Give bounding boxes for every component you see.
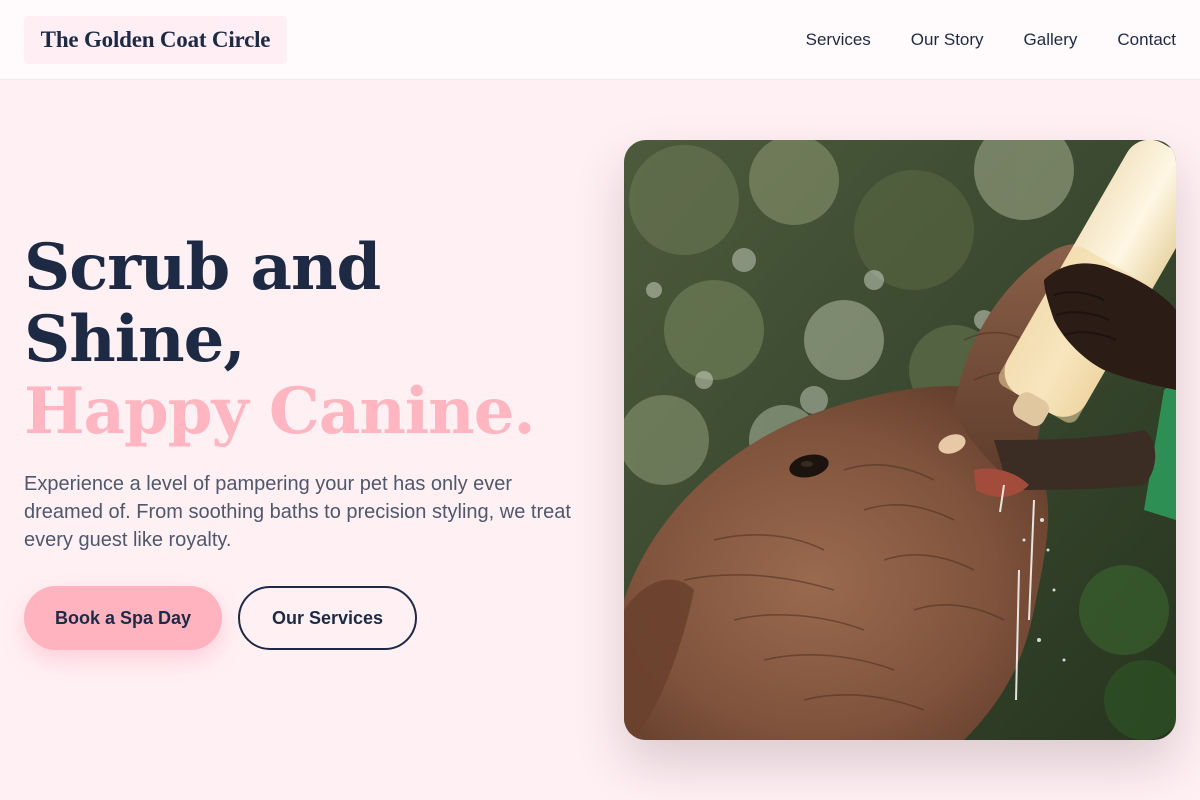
- nav-link-our-story[interactable]: Our Story: [911, 30, 984, 50]
- hero-title: Scrub and Shine, Happy Canine.: [24, 232, 604, 448]
- hero-title-line-2: Shine,: [24, 302, 246, 377]
- hero-photo-illustration: [624, 140, 1176, 740]
- book-spa-day-button[interactable]: Book a Spa Day: [24, 586, 222, 650]
- hero-title-line-1: Scrub and: [24, 230, 381, 305]
- nav-link-contact[interactable]: Contact: [1117, 30, 1176, 50]
- hero-photo-elephant-bottle-feeding: [624, 140, 1176, 740]
- nav-links: Services Our Story Gallery Contact: [806, 0, 1176, 80]
- top-navigation: The Golden Coat Circle Services Our Stor…: [0, 0, 1200, 80]
- hero-title-accent: Happy Canine.: [24, 374, 536, 449]
- brand-logo-link[interactable]: The Golden Coat Circle: [24, 16, 287, 64]
- hero-description: Experience a level of pampering your pet…: [24, 473, 571, 551]
- nav-link-gallery[interactable]: Gallery: [1024, 30, 1078, 50]
- our-services-button[interactable]: Our Services: [238, 586, 417, 650]
- nav-link-services[interactable]: Services: [806, 30, 871, 50]
